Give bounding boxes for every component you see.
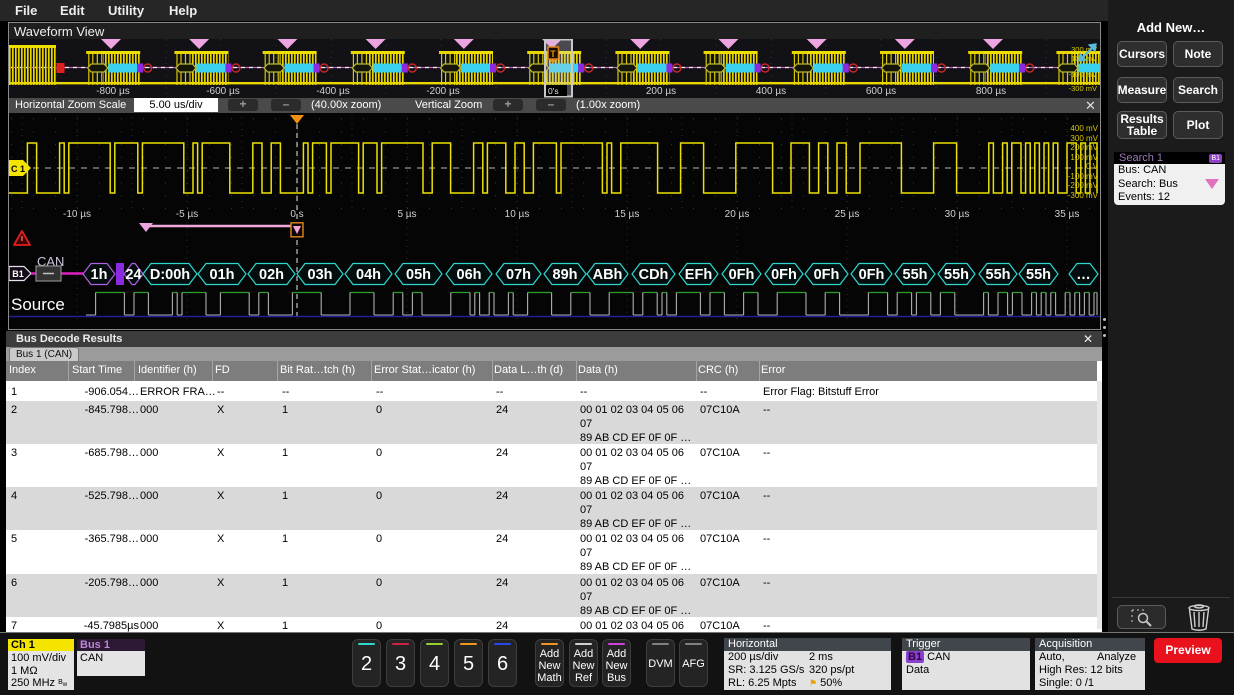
- svg-text:C 1: C 1: [11, 164, 25, 174]
- svg-text:55h: 55h: [986, 267, 1011, 283]
- svg-text:15 µs: 15 µs: [615, 209, 640, 220]
- svg-text:0 V: 0 V: [1086, 162, 1099, 171]
- svg-text:02h: 02h: [259, 267, 284, 283]
- svg-text:06h: 06h: [457, 267, 482, 283]
- svg-text:25 µs: 25 µs: [835, 209, 860, 220]
- svg-text:200 mV: 200 mV: [1070, 143, 1098, 152]
- svg-text:-800 µs: -800 µs: [96, 86, 130, 97]
- svg-text:5 µs: 5 µs: [397, 209, 416, 220]
- svg-text:-300 mV: -300 mV: [1069, 84, 1097, 93]
- svg-text:35 µs: 35 µs: [1055, 209, 1080, 220]
- svg-text:0Fh: 0Fh: [859, 267, 885, 283]
- svg-text:0Fh: 0Fh: [729, 267, 755, 283]
- svg-text:200 µs: 200 µs: [646, 86, 676, 97]
- svg-text:-600 µs: -600 µs: [206, 86, 240, 97]
- svg-text:10 µs: 10 µs: [505, 209, 530, 220]
- svg-text:01h: 01h: [210, 267, 235, 283]
- svg-text:300 mV: 300 mV: [1070, 134, 1098, 143]
- svg-text:0Fh: 0Fh: [814, 267, 840, 283]
- svg-text:-100 mV: -100 mV: [1069, 70, 1097, 79]
- svg-text:-10 µs: -10 µs: [63, 209, 91, 220]
- svg-text:1h: 1h: [91, 267, 108, 283]
- svg-text:0's: 0's: [548, 86, 559, 96]
- svg-text:24: 24: [125, 267, 141, 283]
- svg-text:20 µs: 20 µs: [725, 209, 750, 220]
- svg-text:400 mV: 400 mV: [1070, 124, 1098, 133]
- svg-text:0Fh: 0Fh: [771, 267, 797, 283]
- svg-text:400 µs: 400 µs: [756, 86, 786, 97]
- svg-text:B1: B1: [12, 269, 24, 279]
- svg-text:-5 µs: -5 µs: [176, 209, 198, 220]
- svg-text:-400 µs: -400 µs: [316, 86, 350, 97]
- svg-text:55h: 55h: [944, 267, 969, 283]
- svg-text:100 mV: 100 mV: [1070, 153, 1098, 162]
- svg-text:T: T: [550, 49, 556, 59]
- svg-text:D:00h: D:00h: [150, 267, 190, 283]
- svg-text:0 s: 0 s: [290, 209, 303, 220]
- svg-text:03h: 03h: [308, 267, 333, 283]
- svg-text:-200 µs: -200 µs: [426, 86, 460, 97]
- svg-text:55h: 55h: [903, 267, 928, 283]
- svg-text:EFh: EFh: [685, 267, 712, 283]
- svg-text:800 µs: 800 µs: [976, 86, 1006, 97]
- svg-text:04h: 04h: [356, 267, 381, 283]
- svg-text:-100 mV: -100 mV: [1068, 172, 1099, 181]
- svg-text:ABh: ABh: [593, 267, 623, 283]
- svg-text:07h: 07h: [506, 267, 531, 283]
- svg-text:89h: 89h: [553, 267, 578, 283]
- svg-text:Source: Source: [11, 295, 65, 314]
- svg-text:-300 mV: -300 mV: [1068, 191, 1099, 200]
- svg-text:600 µs: 600 µs: [866, 86, 896, 97]
- svg-text:CDh: CDh: [639, 267, 669, 283]
- svg-text:30 µs: 30 µs: [945, 209, 970, 220]
- svg-text:05h: 05h: [406, 267, 431, 283]
- svg-text:55h: 55h: [1026, 267, 1051, 283]
- svg-text:…: …: [1076, 267, 1091, 283]
- svg-text:-200 mV: -200 mV: [1068, 181, 1099, 190]
